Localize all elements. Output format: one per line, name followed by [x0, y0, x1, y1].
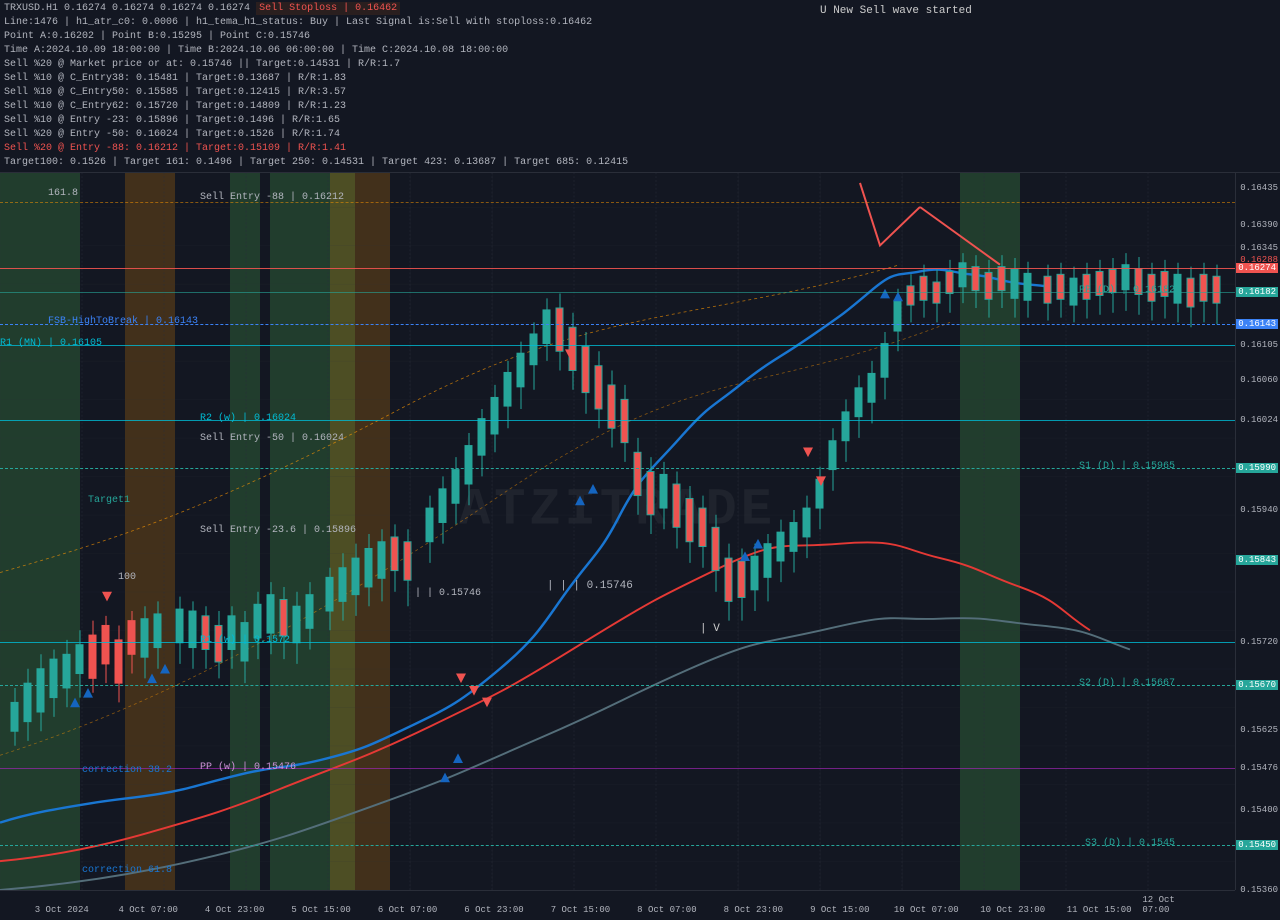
label-r1-w: R1 (w) | 0.1572 — [200, 635, 290, 646]
current-price-line — [0, 268, 1235, 269]
s3-daily-line — [0, 845, 1235, 846]
time-oct10-23: 10 Oct 23:00 — [980, 905, 1045, 915]
price-s1-daily: 0.15990 — [1236, 463, 1278, 473]
time-oct4-7: 4 Oct 07:00 — [118, 905, 177, 915]
price-15625: 0.15625 — [1240, 725, 1278, 735]
header-sell-entry-neg88: Sell %20 @ Entry -88: 0.16212 | Target:0… — [4, 142, 1276, 156]
price-pp-w: 0.15476 — [1240, 763, 1278, 773]
label-sell-entry-neg50: Sell Entry -50 | 0.16024 — [200, 433, 344, 444]
header-targets: Target100: 0.1526 | Target 161: 0.1496 |… — [4, 156, 1276, 170]
chart-container: TRXUSD.H1 0.16274 0.16274 0.16274 0.1627… — [0, 0, 1280, 920]
s1-daily-line — [0, 468, 1235, 469]
label-ii-15746: | | 0.15746 — [415, 588, 481, 599]
label-pp-w: PP (w) | 0.15476 — [200, 762, 296, 773]
sell-entry-neg88-line — [0, 202, 1235, 203]
label-fsb: FSB-HighToBreak | 0.16143 — [48, 316, 198, 327]
label-s2-daily: S2 (D) | 0.15667 — [1079, 678, 1175, 689]
time-oct11-15: 11 Oct 15:00 — [1067, 905, 1132, 915]
time-oct8-23: 8 Oct 23:00 — [724, 905, 783, 915]
time-oct12-7: 12 Oct 07:00 — [1142, 895, 1204, 915]
price-s2-daily: 0.15670 — [1236, 680, 1278, 690]
price-s3-daily: 0.15450 — [1236, 840, 1278, 850]
price-16390: 0.16390 — [1240, 220, 1278, 230]
price-16060: 0.16060 — [1240, 375, 1278, 385]
header-line-1: TRXUSD.H1 0.16274 0.16274 0.16274 0.1627… — [4, 2, 1276, 16]
price-r1-w: 0.15720 — [1240, 637, 1278, 647]
time-oct3: 3 Oct 2024 — [35, 905, 89, 915]
main-chart-svg — [0, 130, 1235, 890]
price-current-highlight: 0.16274 — [1236, 263, 1278, 273]
price-axis: 0.16462 0.16435 0.16390 0.16345 0.16288 … — [1235, 130, 1280, 890]
chart-area: ATZITRADE 161.8 Sell Entry -88 | 0.16212… — [0, 130, 1235, 890]
wave-iv-label: | V — [700, 623, 720, 635]
new-sell-wave-label: U New Sell wave started — [820, 5, 972, 17]
time-oct6-23: 6 Oct 23:00 — [464, 905, 523, 915]
time-oct10-7: 10 Oct 07:00 — [894, 905, 959, 915]
top-bar: TRXUSD.H1 0.16274 0.16274 0.16274 0.1627… — [0, 0, 1280, 173]
header-sell-entry-neg23: Sell %10 @ Entry -23: 0.15896 | Target:0… — [4, 114, 1276, 128]
label-100: 100 — [118, 572, 136, 583]
time-oct7-15: 7 Oct 15:00 — [551, 905, 610, 915]
price-15843: 0.15843 — [1236, 555, 1278, 565]
price-pp-daily: 0.16182 — [1236, 287, 1278, 297]
label-correction-62: correction 61.8 — [82, 865, 172, 876]
price-15400: 0.15400 — [1240, 805, 1278, 815]
price-r1-mn: 0.16105 — [1240, 340, 1278, 350]
price-15360: 0.15360 — [1240, 885, 1278, 895]
time-axis: 3 Oct 2024 4 Oct 07:00 4 Oct 23:00 5 Oct… — [0, 890, 1235, 920]
header-sell-10-c62: Sell %10 @ C_Entry62: 0.15720 | Target:0… — [4, 100, 1276, 114]
time-oct5-15: 5 Oct 15:00 — [291, 905, 350, 915]
r1-w-line — [0, 642, 1235, 643]
label-r1-mn: R1 (MN) | 0.16105 — [0, 338, 102, 349]
sell-stoploss-label: Sell Stoploss | 0.16462 — [256, 2, 400, 15]
symbol: TRXUSD.H1 — [4, 3, 58, 14]
label-161-8: 161.8 — [48, 188, 78, 199]
label-s3-daily: S3 (D) | 0.1545 — [1085, 838, 1175, 849]
price-r2-w: 0.16024 — [1240, 415, 1278, 425]
pp-daily-line — [0, 292, 1235, 293]
label-sell-entry-neg23: Sell Entry -23.6 | 0.15896 — [200, 525, 356, 536]
price-15940: 0.15940 — [1240, 505, 1278, 515]
label-s1-daily: S1 (D) | 0.15965 — [1079, 461, 1175, 472]
label-correction-38: correction 38.2 — [82, 765, 172, 776]
wave-iii-label: | | | 0.15746 — [547, 580, 633, 592]
header-line-2: Line:1476 | h1_atr_c0: 0.0006 | h1_tema_… — [4, 16, 1276, 30]
label-r2-w: R2 (w) | 0.16024 — [200, 413, 296, 424]
header-line-3: Point A:0.16202 | Point B:0.15295 | Poin… — [4, 30, 1276, 44]
bid-price: 0.16274 0.16274 0.16274 0.16274 — [64, 3, 256, 14]
label-sell-entry-neg88: Sell Entry -88 | 0.16212 — [200, 192, 344, 203]
header-line-4: Time A:2024.10.09 18:00:00 | Time B:2024… — [4, 44, 1276, 58]
s2-daily-line — [0, 685, 1235, 686]
pp-w-line — [0, 768, 1235, 769]
time-oct6-7: 6 Oct 07:00 — [378, 905, 437, 915]
time-oct9-15: 9 Oct 15:00 — [810, 905, 869, 915]
price-16345: 0.16345 — [1240, 243, 1278, 253]
label-target1: Target1 — [88, 495, 130, 506]
header-sell-20-market: Sell %20 @ Market price or at: 0.15746 |… — [4, 58, 1276, 72]
price-16435: 0.16435 — [1240, 183, 1278, 193]
r1-mn-line — [0, 345, 1235, 346]
time-oct8-7: 8 Oct 07:00 — [637, 905, 696, 915]
label-pp-daily: PP (D) | 0.16182 — [1079, 285, 1175, 296]
header-sell-10-c38: Sell %10 @ C_Entry38: 0.15481 | Target:0… — [4, 72, 1276, 86]
header-sell-entry-neg50: Sell %20 @ Entry -50: 0.16024 | Target:0… — [4, 128, 1276, 142]
time-oct4-23: 4 Oct 23:00 — [205, 905, 264, 915]
price-fsb: 0.16143 — [1236, 319, 1278, 329]
r2-w-line — [0, 420, 1235, 421]
header-sell-10-c50: Sell %10 @ C_Entry50: 0.15585 | Target:0… — [4, 86, 1276, 100]
